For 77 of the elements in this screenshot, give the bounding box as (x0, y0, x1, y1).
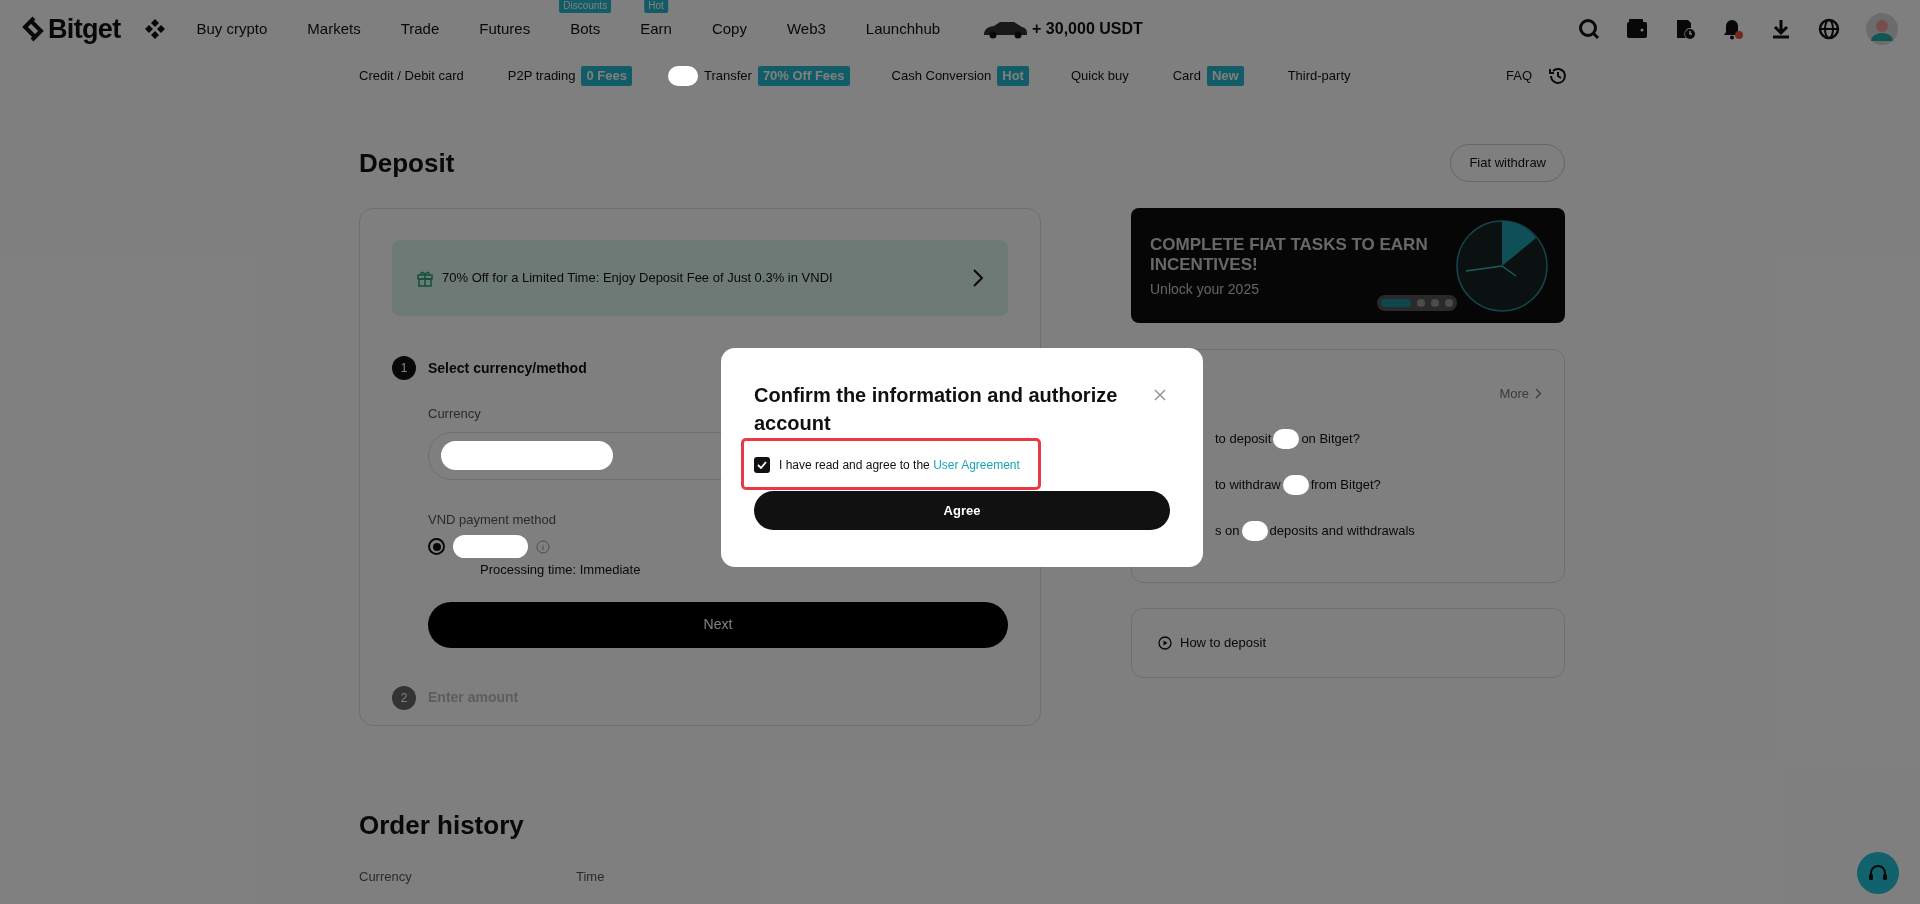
promo-banner[interactable]: 70% Off for a Limited Time: Enjoy Deposit Fee of Just 0.3% in VNDI (392, 240, 1008, 316)
subnav-badge: Hot (997, 66, 1029, 86)
redaction-mark (1241, 521, 1268, 541)
banner-subtitle: Unlock your 2025 (1150, 280, 1260, 299)
dialog-title: Confirm the information and authorize account (754, 383, 1119, 436)
subnav-link[interactable]: Quick buy (1070, 66, 1129, 86)
document-clock-icon[interactable] (1674, 18, 1696, 40)
how-to-deposit-card[interactable]: How to deposit (1131, 608, 1565, 678)
faq-link-text[interactable]: from Bitget? (1310, 475, 1381, 495)
faq-link[interactable]: FAQ (1506, 66, 1532, 86)
nav-link[interactable]: Earn (640, 19, 672, 37)
chevron-right-icon (972, 268, 984, 288)
section-title: Order history (359, 809, 525, 842)
logo-text[interactable]: Bitget (48, 8, 121, 50)
step-number: 2 (392, 685, 416, 710)
logo-icon (22, 16, 44, 42)
nav-link[interactable]: Futures (479, 19, 531, 37)
close-icon[interactable] (1154, 389, 1166, 401)
nav-link[interactable]: Web3 (786, 19, 826, 37)
faq-link-text[interactable]: s on (1215, 521, 1240, 541)
subnav-badge: 0 Fees (581, 66, 632, 86)
faq-link-text[interactable]: to deposit (1215, 429, 1272, 449)
subnav-badge: 70% Off Fees (757, 66, 850, 86)
history-icon[interactable] (1548, 66, 1568, 86)
nav-link[interactable]: Bots (570, 19, 601, 37)
field-label: Currency (428, 405, 481, 423)
nav-link[interactable]: Trade (400, 19, 440, 37)
support-button[interactable] (1857, 852, 1899, 894)
more-link[interactable]: More (1499, 384, 1529, 404)
wallet-icon[interactable] (1626, 19, 1648, 39)
bell-icon[interactable] (1722, 18, 1744, 40)
radio-button[interactable] (428, 538, 445, 555)
processing-time: Processing time: Immediate (480, 561, 642, 579)
nav-link[interactable]: Launchhub (865, 19, 941, 37)
page-title: Deposit (359, 146, 455, 180)
column-header: Currency (359, 868, 413, 886)
faq-link-text[interactable]: to withdraw (1215, 475, 1281, 495)
column-header: Time (576, 868, 605, 886)
info-icon (536, 539, 550, 554)
globe-icon[interactable] (1818, 18, 1840, 40)
nav-badge: Hot (644, 0, 668, 13)
subnav-link[interactable]: Card (1172, 66, 1201, 86)
next-button[interactable]: Next (428, 601, 1008, 648)
subnav-link[interactable]: Cash Conversion (891, 66, 992, 86)
search-icon[interactable] (1578, 18, 1600, 40)
agreement-text: I have read and agree to the User Agreement (779, 457, 1020, 474)
faq-link-text[interactable]: deposits and withdrawals (1269, 521, 1415, 541)
promo-carousel[interactable]: COMPLETE FIAT TASKS TO EARN INCENTIVES! Unlock your 2025 (1131, 208, 1565, 323)
chevron-right-icon (1535, 388, 1542, 400)
banner-title: COMPLETE FIAT TASKS TO EARN INCENTIVES! (1150, 235, 1429, 275)
subnav-link[interactable]: Third-party (1287, 66, 1351, 86)
apps-icon[interactable] (144, 18, 167, 40)
check-icon (757, 461, 767, 469)
download-icon[interactable] (1770, 18, 1792, 40)
car-icon (982, 19, 1029, 39)
nav-link[interactable]: Copy (711, 19, 747, 37)
subnav-badge: New (1206, 66, 1244, 86)
nav-badge: Discounts (559, 0, 612, 13)
agree-button[interactable]: Agree (754, 491, 1170, 530)
how-to-deposit-link: How to deposit (1180, 634, 1266, 653)
play-icon (1158, 636, 1172, 650)
subnav-link[interactable]: P2P trading (507, 66, 576, 86)
promo-text: 70% Off for a Limited Time: Enjoy Deposit Fee of Just 0.3% in VNDI (442, 269, 833, 288)
redaction-mark (1273, 429, 1300, 449)
faq-link-text[interactable]: on Bitget? (1301, 429, 1360, 449)
step-title: Select currency/method (428, 358, 587, 378)
user-agreement-link[interactable]: User Agreement (933, 458, 1020, 472)
subnav-link[interactable]: Transfer (703, 66, 752, 86)
nav-link[interactable]: Markets (307, 19, 361, 37)
promo-text[interactable]: + 30,000 USDT (1032, 17, 1143, 41)
subnav-link[interactable]: Credit / Debit card (359, 66, 464, 86)
gift-icon (416, 269, 434, 287)
checkbox[interactable] (754, 457, 770, 473)
step-number: 1 (392, 356, 416, 380)
redaction-mark (1282, 475, 1309, 495)
field-label: VND payment method (428, 510, 556, 529)
nav-link[interactable]: Buy crypto (196, 19, 268, 37)
